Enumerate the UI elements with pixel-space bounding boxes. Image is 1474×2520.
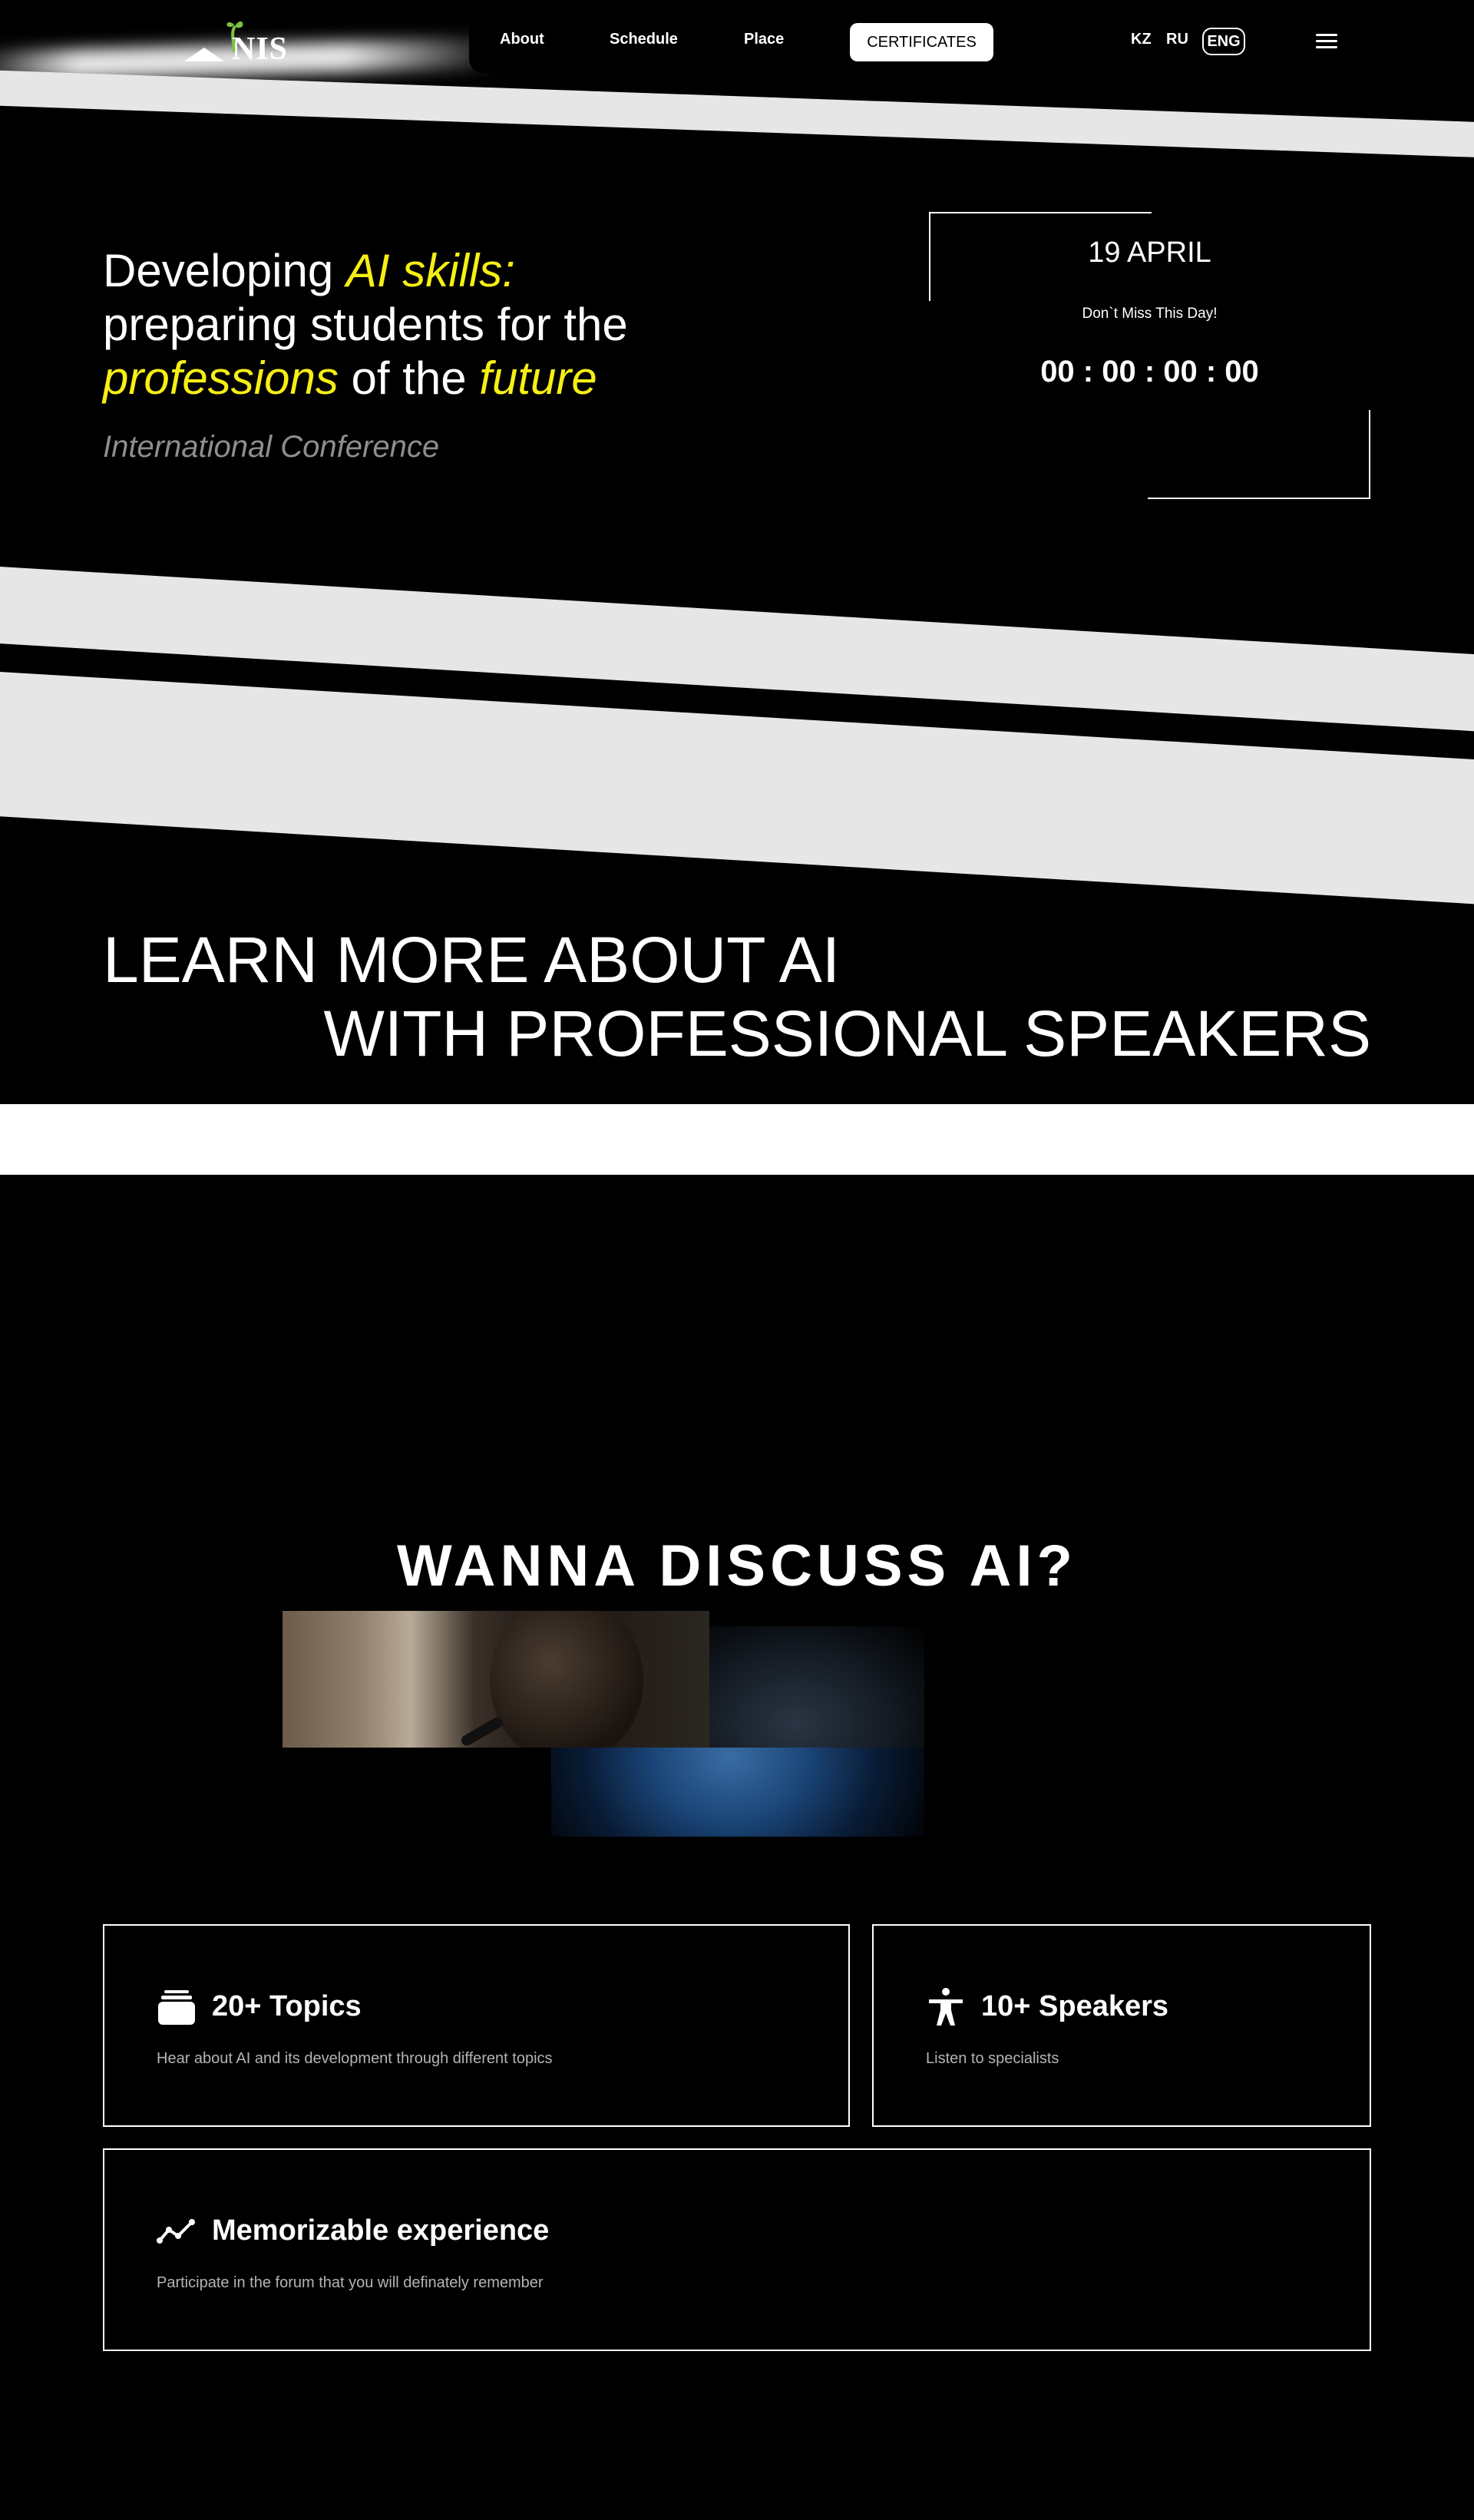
event-date: 19 APRIL (1088, 236, 1211, 269)
nav-place-link[interactable]: Place (744, 31, 784, 48)
feature-card-topics: 20+ Topics Hear about AI and its develop… (103, 1924, 850, 2127)
countdown-box: 19 APRIL Don`t Miss This Day! 00 : 00 : … (929, 212, 1370, 499)
white-strip (0, 1104, 1474, 1175)
learn-heading-line2: WITH PROFESSIONAL SPEAKERS (323, 997, 1371, 1070)
decor-band (0, 69, 1474, 159)
corner-line (1369, 410, 1370, 499)
feature-description: Participate in the forum that you will d… (157, 2274, 544, 2291)
lang-ru-button[interactable]: RU (1166, 31, 1188, 48)
lang-kz-button[interactable]: KZ (1131, 31, 1152, 48)
countdown-timer: 00 : 00 : 00 : 00 (1040, 355, 1259, 389)
feature-card-speakers: 10+ Speakers Listen to specialists (872, 1924, 1371, 2127)
globe-dark-image (709, 1626, 924, 1748)
mountain-icon (184, 48, 224, 61)
feature-card-experience: Memorizable experience Participate in th… (103, 2148, 1371, 2351)
discuss-heading: WANNA DISCUSS AI? (397, 1533, 1077, 1599)
learn-heading-line1: LEARN MORE ABOUT AI (103, 924, 841, 996)
trend-line-icon (157, 2219, 195, 2244)
speaker-photo (283, 1611, 709, 1748)
countdown-tagline: Don`t Miss This Day! (1082, 306, 1218, 322)
corner-line (929, 212, 1152, 213)
feature-description: Hear about AI and its development throug… (157, 2050, 553, 2067)
corner-line (1148, 498, 1370, 499)
hamburger-menu-icon[interactable] (1316, 34, 1337, 49)
nis-logo[interactable]: NIS (184, 17, 292, 67)
feature-title: Memorizable experience (212, 2214, 550, 2247)
feature-title: 20+ Topics (212, 1990, 362, 2022)
nav-about-link[interactable]: About (500, 31, 544, 48)
stack-icon (158, 1990, 195, 2025)
person-icon (929, 1988, 963, 2026)
lang-eng-button[interactable]: ENG (1202, 28, 1245, 55)
logo-text: NIS (232, 31, 289, 67)
certificates-button[interactable]: CERTIFICATES (850, 23, 993, 61)
microphone-icon (459, 1715, 505, 1748)
feature-description: Listen to specialists (926, 2050, 1059, 2067)
feature-title: 10+ Speakers (981, 1990, 1169, 2022)
nav-schedule-link[interactable]: Schedule (610, 31, 678, 48)
hero-subtitle: International Conference (103, 430, 440, 464)
hero-title: Developing AI skills: preparing students … (103, 245, 628, 404)
